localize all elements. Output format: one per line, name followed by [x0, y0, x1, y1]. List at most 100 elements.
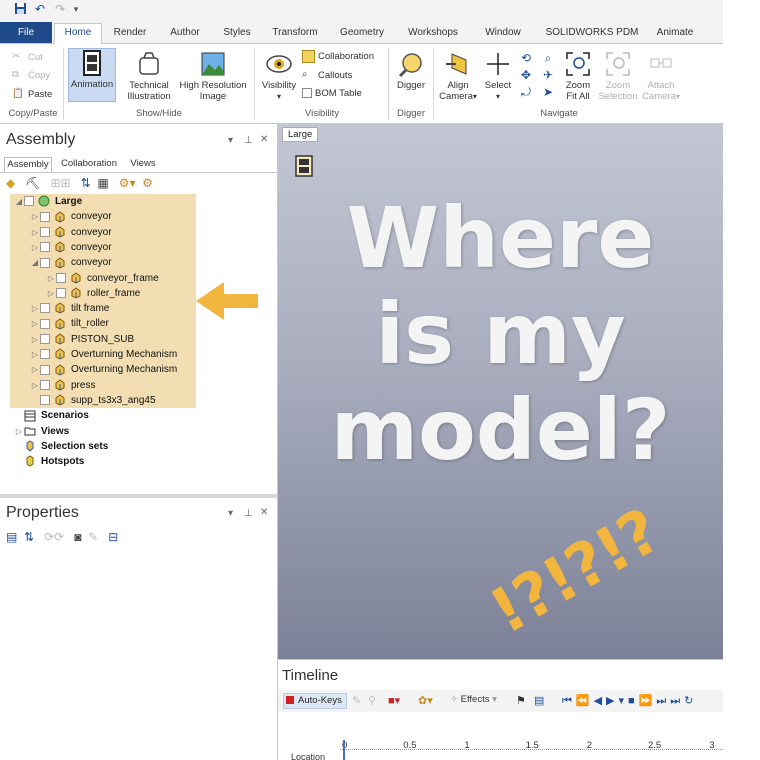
- bom-checkbox[interactable]: [302, 88, 312, 99]
- tree-expander-icon[interactable]: ▷: [30, 209, 40, 224]
- auto-keys-button[interactable]: Auto-Keys: [283, 693, 347, 709]
- customize-qat-icon[interactable]: ▾: [68, 2, 84, 17]
- pane-menu-icon[interactable]: ▾: [228, 135, 233, 146]
- timeline-cursor[interactable]: [343, 740, 345, 760]
- tree-checkbox[interactable]: [40, 226, 50, 237]
- tree-item[interactable]: Selection sets: [14, 439, 108, 454]
- tree-expander-icon[interactable]: ◢: [14, 194, 24, 209]
- zoom-selection-button[interactable]: Zoom Selection: [596, 50, 640, 102]
- tree-item[interactable]: ▷ roller_frame: [46, 286, 140, 301]
- assembly-toolbar-select-icon[interactable]: ⛏: [25, 176, 40, 190]
- tree-checkbox[interactable]: [40, 334, 50, 345]
- tree-item[interactable]: Scenarios: [14, 408, 89, 423]
- align-camera-button[interactable]: Align Camera▾: [436, 50, 480, 102]
- paste-button[interactable]: 📋 Paste: [12, 88, 52, 101]
- tree-checkbox[interactable]: [56, 272, 66, 283]
- rotate-tool-icon[interactable]: ⟲ ✥ ⤾: [518, 50, 534, 101]
- tree-item[interactable]: ▷ Overturning Mechanism: [30, 362, 177, 377]
- tree-expander-icon[interactable]: ▷: [30, 332, 40, 347]
- tree-expander-icon[interactable]: ▷: [30, 347, 40, 362]
- tree-checkbox[interactable]: [40, 303, 50, 314]
- subtab-assembly[interactable]: Assembly: [4, 157, 52, 173]
- paint-icon[interactable]: ✿▾: [418, 694, 433, 707]
- tree-item[interactable]: ▷ tilt_roller: [30, 316, 109, 331]
- tree-checkbox[interactable]: [24, 196, 34, 207]
- pin-icon[interactable]: ⊥: [244, 135, 253, 146]
- visibility-button[interactable]: Visibility ▾: [258, 50, 300, 102]
- pane-menu-icon[interactable]: ▾: [228, 508, 233, 519]
- zoom-tool-icon[interactable]: ⌕ ✈ ➤: [540, 50, 556, 101]
- tab-workshops[interactable]: Workshops: [402, 24, 464, 44]
- tab-render[interactable]: Render: [108, 24, 152, 44]
- tree-item[interactable]: ◢ conveyor: [30, 255, 112, 270]
- pin-icon[interactable]: ⊥: [244, 508, 253, 519]
- tree-expander-icon[interactable]: ▷: [30, 362, 40, 377]
- tab-author[interactable]: Author: [162, 24, 208, 44]
- pane-splitter[interactable]: [0, 494, 277, 498]
- subtab-collaboration[interactable]: Collaboration: [56, 157, 122, 173]
- tab-styles[interactable]: Styles: [216, 24, 258, 44]
- tab-animate[interactable]: Animate: [650, 24, 700, 44]
- bom-table-checkbox[interactable]: BOM Table: [302, 88, 362, 99]
- tree-item[interactable]: ▷ press: [30, 378, 95, 393]
- keyframe-icon[interactable]: ■▾: [388, 694, 400, 707]
- properties-export-icon[interactable]: ⊟: [108, 530, 118, 544]
- tree-item[interactable]: Hotspots: [14, 454, 84, 469]
- collaboration-button[interactable]: Collaboration: [302, 50, 374, 63]
- close-pane-icon[interactable]: ✕: [260, 507, 268, 518]
- tree-checkbox[interactable]: [40, 257, 50, 268]
- assembly-toolbar-part-icon[interactable]: ◆: [6, 176, 15, 190]
- pencil-icon[interactable]: ✎: [88, 530, 98, 544]
- assembly-toolbar-disabled-icon[interactable]: ⊞⊞: [51, 176, 71, 190]
- timeline-settings-icon[interactable]: ▤: [534, 694, 544, 707]
- digger-button[interactable]: Digger: [392, 50, 430, 91]
- key-filter-icon[interactable]: ⚲: [368, 694, 376, 707]
- table-icon[interactable]: ▦: [97, 176, 108, 190]
- close-pane-icon[interactable]: ✕: [260, 134, 268, 145]
- tree-item[interactable]: supp_ts3x3_ang45: [30, 393, 156, 408]
- tab-solidworks-pdm[interactable]: SOLIDWORKS PDM: [542, 24, 642, 44]
- properties-disabled-icon[interactable]: ⟳⟳: [44, 530, 64, 544]
- zoom-fit-all-button[interactable]: Zoom Fit All: [560, 50, 596, 102]
- tree-checkbox[interactable]: [40, 364, 50, 375]
- tree-checkbox[interactable]: [40, 318, 50, 329]
- tree-checkbox[interactable]: [40, 211, 50, 222]
- playback-controls[interactable]: ⏮⏪◀▶▾■⏩⏭⏭↻: [562, 694, 697, 708]
- alphabetical-icon[interactable]: ⇅: [24, 530, 34, 544]
- effects-button[interactable]: ✧ Effects ▾: [450, 694, 497, 705]
- tree-expander-icon[interactable]: ▷: [30, 240, 40, 255]
- assembly-toolbar-options-icon[interactable]: ⚙▾: [119, 176, 136, 190]
- pin-tool-icon[interactable]: ⚑: [516, 694, 526, 707]
- tree-item[interactable]: ▷ conveyor: [30, 225, 112, 240]
- tree-item[interactable]: ▷ Views: [14, 424, 69, 439]
- tree-checkbox[interactable]: [56, 288, 66, 299]
- tree-item[interactable]: ▷ conveyor_frame: [46, 271, 159, 286]
- animation-button[interactable]: Animation: [68, 48, 116, 102]
- cut-button[interactable]: ✂ Cut: [12, 51, 43, 64]
- tree-expander-icon[interactable]: ◢: [30, 255, 40, 270]
- high-resolution-image-button[interactable]: High Resolution Image: [176, 50, 250, 102]
- tree-expander-icon[interactable]: ▷: [46, 271, 56, 286]
- tree-item[interactable]: ▷ Overturning Mechanism: [30, 347, 177, 362]
- tab-window[interactable]: Window: [478, 24, 528, 44]
- tree-checkbox[interactable]: [40, 395, 50, 406]
- tree-expander-icon[interactable]: ▷: [30, 378, 40, 393]
- tree-item[interactable]: ▷ tilt frame: [30, 301, 109, 316]
- tree-expander-icon[interactable]: ▷: [30, 225, 40, 240]
- tree-expander-icon[interactable]: ▷: [30, 316, 40, 331]
- categorized-icon[interactable]: ▤: [6, 530, 17, 544]
- tree-item[interactable]: ◢ Large: [14, 194, 82, 209]
- tree-item[interactable]: ▷ conveyor: [30, 240, 112, 255]
- viewport-tab[interactable]: Large: [282, 127, 319, 142]
- attach-camera-button[interactable]: Attach Camera▾: [640, 50, 682, 102]
- undo-icon[interactable]: ↶: [32, 2, 48, 17]
- select-button[interactable]: Select ▾: [482, 50, 514, 102]
- tree-item[interactable]: ▷ conveyor: [30, 209, 112, 224]
- key-icon[interactable]: ✎: [352, 694, 361, 707]
- tree-checkbox[interactable]: [40, 349, 50, 360]
- tree-item[interactable]: ▷ PISTON_SUB: [30, 332, 134, 347]
- tree-checkbox[interactable]: [40, 242, 50, 253]
- tree-expander-icon[interactable]: ▷: [46, 286, 56, 301]
- callouts-button[interactable]: ⌕ Callouts: [302, 69, 352, 82]
- tab-file[interactable]: File: [0, 22, 52, 43]
